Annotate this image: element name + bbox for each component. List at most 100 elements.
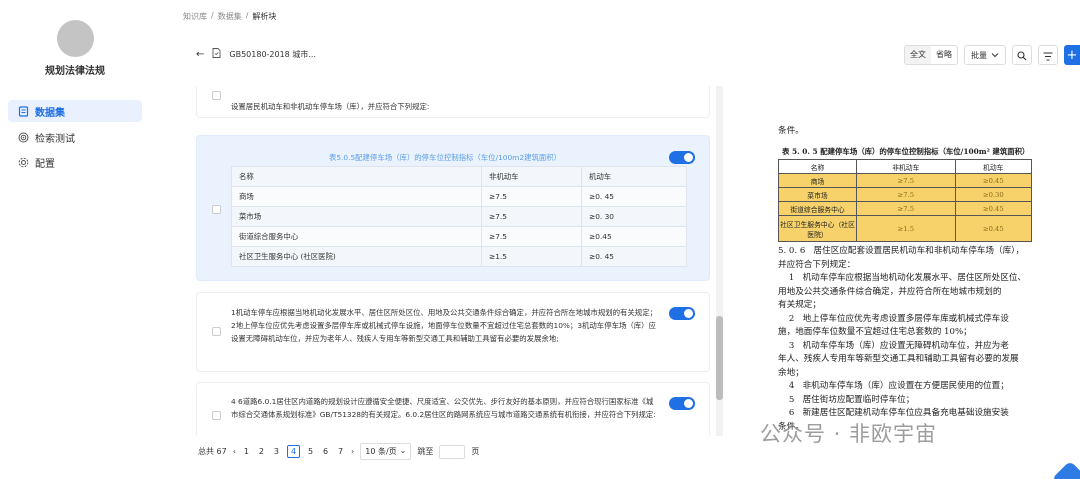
sidebar: 规划法律法规 数据集 检索测试 配置 [0,0,150,479]
table-row: 菜市场 ≥7.5 ≥0. 30 [231,206,687,227]
breadcrumb: 知识库 / 数据集 / 解析块 [183,11,277,22]
page-unit-label: 页 [471,447,480,456]
breadcrumb-dataset[interactable]: 数据集 [218,11,242,22]
omit-option[interactable]: 省略 [931,46,957,64]
table-cell: 菜市场 [231,206,482,227]
table-cell: ≥0.30 [954,187,1033,202]
chunk-card[interactable]: 设置居民机动车和非机动车停车场（库），并应符合下列规定: [196,86,710,118]
chunk-card[interactable]: 4 6道路6.0.1居住区内道路的规划设计应遵循安全便捷、尺度适宜、公交优先、步… [196,382,710,436]
chevron-down-icon [991,51,999,60]
breadcrumb-chunks: 解析块 [252,12,277,21]
page-4-current[interactable]: 4 [286,445,301,458]
scrollbar-thumb[interactable] [716,316,723,400]
table-header: 名称 [778,159,857,174]
preview-top-text: 条件。 [778,126,804,136]
table-cell: ≥7.5 [856,201,956,216]
chunk-card[interactable]: 1机动车停车应根据当地机动化发展水平、居住区所处区位、用地及公共交通条件综合确定… [196,292,710,372]
table-cell: ≥1.5 [481,246,582,267]
page-5[interactable]: 5 [306,447,315,456]
table-cell: 社区卫生服务中心 (社区医院) [231,246,482,267]
search-button[interactable] [1012,45,1032,65]
table-cell: ≥0. 45 [581,186,687,207]
breadcrumb-kb[interactable]: 知识库 [183,11,207,22]
chunk-text: 设置居民机动车和非机动车停车场（库），并应符合下列规定: [231,102,430,111]
table-row: 社区卫生服务中心 (社区医院) ≥1.5 ≥0. 45 [231,246,687,267]
chunk-list-scrollbar[interactable] [716,86,723,436]
table-cell: ≥7.5 [481,226,582,247]
table-header-row: 名称 非机动车 机动车 [778,159,1033,174]
table-header: 机动车 [581,166,687,187]
gear-icon [17,156,29,168]
table-row: 菜市场 ≥7.5 ≥0.30 [778,187,1033,202]
chunk-enable-toggle[interactable] [669,307,695,320]
page-1[interactable]: 1 [242,447,251,456]
chunk-text: 4 6道路6.0.1居住区内道路的规划设计应遵循安全便捷、尺度适宜、公交优先、步… [231,397,656,419]
file-icon [17,105,29,117]
table-row: 商场 ≥7.5 ≥0.45 [778,173,1033,188]
chunk-enable-toggle[interactable] [669,151,695,164]
search-icon [1017,46,1027,65]
total-count: 总共 67 [198,447,227,456]
chunk-list: 设置居民机动车和非机动车停车场（库），并应符合下列规定: 表5.0.5配建停车场… [196,86,713,436]
watermark-text: 公众号 · 非欧宇宙 [760,422,938,446]
table-cell: ≥1.5 [856,215,956,242]
add-chunk-button[interactable]: + [1064,45,1080,65]
table-cell: 街道综合服务中心 [778,201,857,216]
toolbar: 全文 省略 批量 + [904,45,1080,65]
table-cell: ≥0.45 [954,215,1033,242]
chunk-enable-toggle[interactable] [669,397,695,410]
table-row: 街道综合服务中心 ≥7.5 ≥0.45 [231,226,687,247]
table-row: 街道综合服务中心 ≥7.5 ≥0.45 [778,201,1033,216]
page-size-select[interactable]: 10 条/页 ⌄ [360,443,412,460]
table-cell: ≥0.45 [954,201,1033,216]
full-text-option[interactable]: 全文 [905,46,931,64]
table-cell: 街道综合服务中心 [231,226,482,247]
sidebar-item-label: 检索测试 [35,133,75,145]
page-7[interactable]: 7 [336,447,345,456]
chunk-table: 名称 非机动车 机动车 商场 ≥7.5 ≥0. 45 菜市场 ≥7.5 ≥0. … [231,166,687,267]
table-header: 机动车 [954,159,1033,174]
chunk-card[interactable]: 表5.0.5配建停车场（库）的停车位控制指标（车位/100m2建筑面积） 名称 … [196,135,710,281]
table-cell: ≥7.5 [856,173,956,188]
table-header: 非机动车 [481,166,582,187]
table-cell: ≥7.5 [856,187,956,202]
table-cell: ≥0. 45 [581,246,687,267]
filter-button[interactable] [1038,45,1058,65]
filter-icon [1043,46,1053,65]
next-page-icon[interactable]: › [351,447,354,456]
table-header-row: 名称 非机动车 机动车 [231,166,687,187]
sidebar-item-label: 配置 [35,158,55,170]
table-cell: ≥0.45 [581,226,687,247]
table-cell: 社区卫生服务中心（社区医院） [778,215,857,242]
table-header: 名称 [231,166,482,187]
batch-dropdown[interactable]: 批量 [964,45,1006,65]
page-2[interactable]: 2 [257,447,266,456]
view-mode-switch: 全文 省略 [904,45,958,65]
goto-page-input[interactable] [439,444,466,459]
table-cell: 商场 [231,186,482,207]
page-size-value: 10 条/页 [365,447,397,456]
chunk-checkbox[interactable] [212,205,221,214]
chunk-checkbox[interactable] [212,327,221,336]
table-cell: ≥0. 30 [581,206,687,227]
sidebar-item-dataset[interactable]: 数据集 [8,100,142,122]
prev-page-icon[interactable]: ‹ [233,447,236,456]
target-icon [17,131,29,143]
table-row: 商场 ≥7.5 ≥0. 45 [231,186,687,207]
page-6[interactable]: 6 [321,447,330,456]
chevron-down-icon: ⌄ [399,446,407,455]
table-cell: ≥7.5 [481,206,582,227]
table-cell: 商场 [778,173,857,188]
page-3[interactable]: 3 [272,447,281,456]
preview-table: 名称 非机动车 机动车 商场 ≥7.5 ≥0.45 菜市场 ≥7.5 ≥0.30… [778,159,1033,242]
doc-header: ← GB50180-2018 城市... [196,48,316,60]
table-header: 非机动车 [856,159,956,174]
table-cell: 菜市场 [778,187,857,202]
chunk-checkbox[interactable] [212,91,221,100]
sidebar-item-retrieval-test[interactable]: 检索测试 [8,126,142,148]
chunk-table-title: 表5.0.5配建停车场（库）的停车位控制指标（车位/100m2建筑面积） [328,153,562,162]
sidebar-item-config[interactable]: 配置 [8,151,142,173]
back-arrow-icon[interactable]: ← [196,49,204,60]
chunk-checkbox[interactable] [212,411,221,420]
chunk-text: 1机动车停车应根据当地机动化发展水平、居住区所处区位、用地及公共交通条件综合确定… [231,308,657,343]
